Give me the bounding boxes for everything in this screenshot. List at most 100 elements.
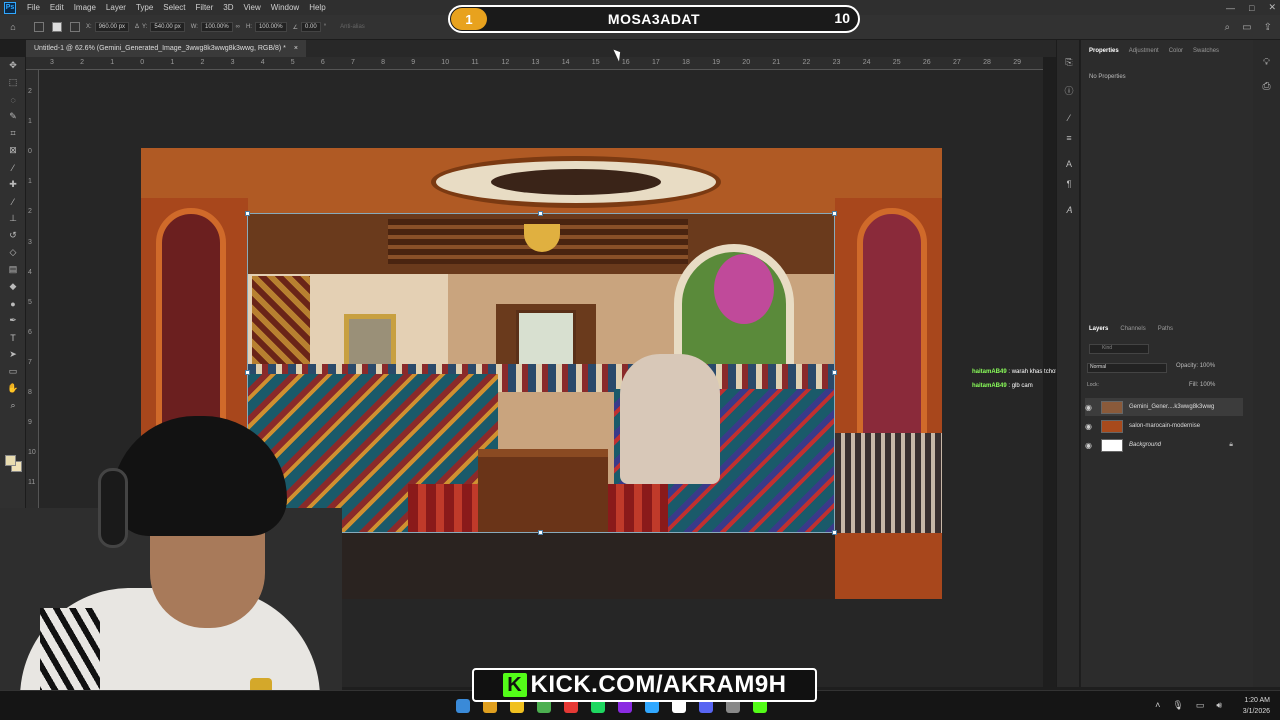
y-input[interactable]: 540.00 px <box>150 22 185 32</box>
maximize-icon[interactable]: □ <box>1249 3 1254 13</box>
type-tool-icon[interactable]: T <box>0 329 26 346</box>
checkbox-icon[interactable] <box>52 22 62 32</box>
home-icon[interactable]: ⌂ <box>0 19 26 36</box>
tab-properties[interactable]: Properties <box>1089 48 1119 62</box>
stamp-tool-icon[interactable]: ⊥ <box>0 210 26 227</box>
menu-edit[interactable]: Edit <box>45 3 69 12</box>
quick-select-tool-icon[interactable]: ✎ <box>0 108 26 125</box>
visibility-eye-icon[interactable]: ◉ <box>1085 403 1095 412</box>
path-select-tool-icon[interactable]: ➤ <box>0 346 26 363</box>
tab-close-icon[interactable]: × <box>294 45 298 52</box>
tea-table <box>478 449 608 532</box>
menu-view[interactable]: View <box>239 3 266 12</box>
tab-adjustment[interactable]: Adjustment <box>1129 48 1159 62</box>
move-tool-icon[interactable]: ✥ <box>0 57 26 74</box>
ruler-tick-label: 28 <box>983 59 991 66</box>
menu-type[interactable]: Type <box>131 3 158 12</box>
horizontal-ruler: 3 2 1 0 1 2 3 4 5 6 7 8 9 10 11 12 13 14 15 16 17 18 19 20 21 22 2… <box>26 57 1043 70</box>
menu-3d[interactable]: 3D <box>218 3 238 12</box>
visibility-eye-icon[interactable]: ◉ <box>1085 441 1095 450</box>
adjustments-icon[interactable]: ≡ <box>1057 128 1081 148</box>
marquee-tool-icon[interactable]: ⬚ <box>0 74 26 91</box>
menu-window[interactable]: Window <box>266 3 304 12</box>
opacity-value[interactable]: 100% <box>1200 363 1215 369</box>
link-icon[interactable]: ∞ <box>236 24 240 30</box>
dodge-tool-icon[interactable]: ● <box>0 295 26 312</box>
rectangle-tool-icon[interactable]: ▭ <box>0 363 26 380</box>
w-input[interactable]: 100.00% <box>200 22 233 32</box>
gradient-tool-icon[interactable]: ▤ <box>0 261 26 278</box>
volume-icon[interactable]: 🔊︎ <box>1216 700 1222 711</box>
eraser-tool-icon[interactable]: ◇ <box>0 244 26 261</box>
ruler-tick-label: 24 <box>862 59 871 66</box>
menu-file[interactable]: File <box>22 3 45 12</box>
document-tab[interactable]: Untitled-1 @ 62.6% (Gemini_Generated_Ima… <box>26 40 306 57</box>
crop-tool-icon[interactable]: ⌗ <box>0 125 26 142</box>
menu-select[interactable]: Select <box>158 3 190 12</box>
history-icon[interactable]: ⎘ <box>1057 52 1081 72</box>
minimize-icon[interactable]: — <box>1226 3 1235 13</box>
windows-start-icon[interactable] <box>456 699 470 713</box>
tab-swatches[interactable]: Swatches <box>1193 48 1219 62</box>
info-icon[interactable]: ⓘ <box>1057 80 1081 100</box>
transform-handle-mr[interactable] <box>832 370 837 375</box>
tab-paths[interactable]: Paths <box>1158 326 1173 332</box>
brush-tool-icon[interactable]: ⁄ <box>0 193 26 210</box>
layer-row[interactable]: ◉ salon-marocain-modernise <box>1085 417 1243 435</box>
ruler-tick-label: 7 <box>28 358 32 366</box>
x-label: X: <box>86 24 92 30</box>
reference-point-icon[interactable] <box>70 22 80 32</box>
microphone-icon[interactable]: 🎙︎ <box>1172 700 1183 711</box>
transform-handle-br[interactable] <box>832 530 837 535</box>
menu-image[interactable]: Image <box>69 3 101 12</box>
layer-row[interactable]: ◉ Gemini_Gener....k3wwg8k3wwg <box>1085 398 1243 416</box>
hand-tool-icon[interactable]: ✋ <box>0 380 26 397</box>
chevron-up-icon[interactable]: ˄ <box>1155 700 1160 711</box>
menu-filter[interactable]: Filter <box>191 3 219 12</box>
blur-tool-icon[interactable]: ◆ <box>0 278 26 295</box>
transform-mode-icon[interactable] <box>34 22 44 32</box>
opacity-control[interactable]: Opacity: 100% <box>1176 363 1215 369</box>
chat-message: haitamAB49 : glb cam <box>972 379 1068 393</box>
layer-kind-filter[interactable]: Kind <box>1089 344 1149 354</box>
history-brush-icon[interactable]: ↺ <box>0 227 26 244</box>
tab-channels[interactable]: Channels <box>1120 326 1145 332</box>
h-input[interactable]: 100.00% <box>254 22 287 32</box>
pen-tool-icon[interactable]: ✒ <box>0 312 26 329</box>
angle-input[interactable]: 0.00 <box>301 22 321 32</box>
brush-settings-icon[interactable]: ⁄ <box>1057 108 1081 128</box>
glyphs-icon[interactable]: 𝐴 <box>1057 200 1081 220</box>
blend-mode-select[interactable]: Normal <box>1087 363 1167 373</box>
close-icon[interactable]: ✕ <box>1268 2 1276 13</box>
fill-value[interactable]: 100% <box>1200 382 1215 388</box>
tab-color[interactable]: Color <box>1169 48 1183 62</box>
share-icon[interactable]: ⇪ <box>1264 22 1272 33</box>
frame-tool-icon[interactable]: ⊠ <box>0 142 26 159</box>
workspace-icon[interactable]: ▭ <box>1242 22 1251 33</box>
eyedropper-tool-icon[interactable]: ⁄ <box>0 159 26 176</box>
search-icon[interactable]: ⌕ <box>1225 22 1231 33</box>
ruler-tick-label: 0 <box>140 59 145 66</box>
menu-help[interactable]: Help <box>304 3 330 12</box>
visibility-eye-icon[interactable]: ◉ <box>1085 422 1095 431</box>
paragraph-icon[interactable]: ¶ <box>1057 174 1081 194</box>
menu-layer[interactable]: Layer <box>101 3 131 12</box>
libraries-icon[interactable]: ⎙ <box>1253 76 1280 96</box>
transform-handle-tr[interactable] <box>832 211 837 216</box>
antialias-option[interactable]: Anti-alias <box>340 24 365 30</box>
tab-layers[interactable]: Layers <box>1089 326 1108 332</box>
transform-handle-bc[interactable] <box>538 530 543 535</box>
network-icon[interactable]: ▭ <box>1196 700 1205 711</box>
lightbulb-icon[interactable]: 💡︎ <box>1253 52 1280 72</box>
taskbar-clock[interactable]: 1:20 AM 3/1/2026 <box>1243 695 1270 717</box>
transform-handle-tl[interactable] <box>245 211 250 216</box>
ceiling-medallion <box>431 156 721 208</box>
fill-control[interactable]: Fill: 100% <box>1189 382 1215 388</box>
character-icon[interactable]: A <box>1057 154 1081 174</box>
lasso-tool-icon[interactable]: ◌ <box>0 91 26 108</box>
transform-handle-ml[interactable] <box>245 370 250 375</box>
layer-row[interactable]: ◉ Background 🔒︎ <box>1085 436 1243 454</box>
x-input[interactable]: 960.00 px <box>94 22 130 32</box>
transform-handle-tc[interactable] <box>538 211 543 216</box>
healing-tool-icon[interactable]: ✚ <box>0 176 26 193</box>
